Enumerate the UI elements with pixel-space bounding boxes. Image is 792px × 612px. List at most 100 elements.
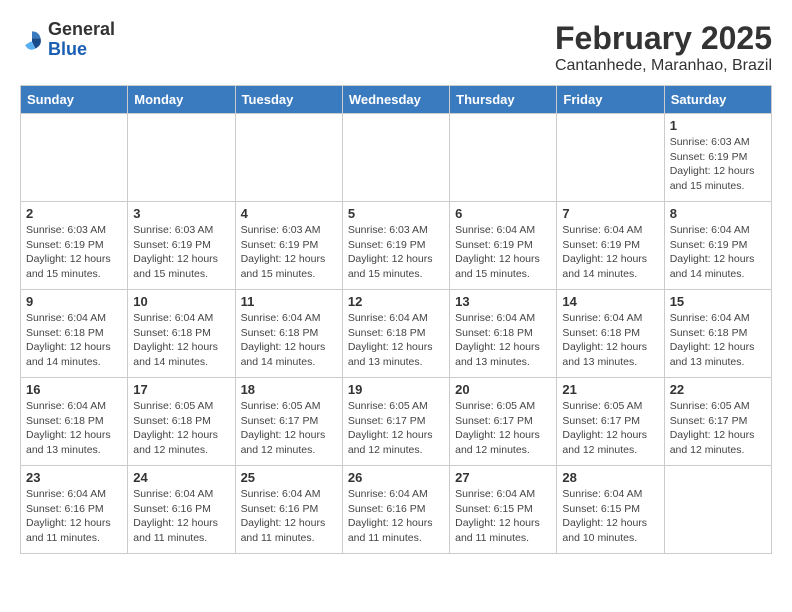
weekday-header-row: SundayMondayTuesdayWednesdayThursdayFrid…: [21, 86, 772, 114]
day-number: 20: [455, 382, 551, 397]
weekday-header-sunday: Sunday: [21, 86, 128, 114]
day-number: 15: [670, 294, 766, 309]
header: General Blue February 2025 Cantanhede, M…: [20, 20, 772, 75]
day-number: 25: [241, 470, 337, 485]
logo-icon: [20, 28, 44, 52]
day-number: 8: [670, 206, 766, 221]
day-cell: 20 Sunrise: 6:05 AM Sunset: 6:17 PM Dayli…: [450, 378, 557, 466]
calendar-table: SundayMondayTuesdayWednesdayThursdayFrid…: [20, 85, 772, 554]
day-number: 23: [26, 470, 122, 485]
day-cell: 17 Sunrise: 6:05 AM Sunset: 6:18 PM Dayli…: [128, 378, 235, 466]
day-number: 19: [348, 382, 444, 397]
day-number: 28: [562, 470, 658, 485]
day-info: Sunrise: 6:05 AM Sunset: 6:17 PM Dayligh…: [241, 399, 337, 458]
day-number: 22: [670, 382, 766, 397]
day-cell: 18 Sunrise: 6:05 AM Sunset: 6:17 PM Dayli…: [235, 378, 342, 466]
day-info: Sunrise: 6:04 AM Sunset: 6:18 PM Dayligh…: [348, 311, 444, 370]
day-info: Sunrise: 6:04 AM Sunset: 6:18 PM Dayligh…: [455, 311, 551, 370]
title-area: February 2025 Cantanhede, Maranhao, Braz…: [555, 20, 772, 75]
day-info: Sunrise: 6:04 AM Sunset: 6:16 PM Dayligh…: [241, 487, 337, 546]
day-cell: 25 Sunrise: 6:04 AM Sunset: 6:16 PM Dayli…: [235, 466, 342, 554]
day-info: Sunrise: 6:05 AM Sunset: 6:17 PM Dayligh…: [348, 399, 444, 458]
day-info: Sunrise: 6:04 AM Sunset: 6:19 PM Dayligh…: [670, 223, 766, 282]
day-cell: 21 Sunrise: 6:05 AM Sunset: 6:17 PM Dayli…: [557, 378, 664, 466]
day-cell: 12 Sunrise: 6:04 AM Sunset: 6:18 PM Dayli…: [342, 290, 449, 378]
day-info: Sunrise: 6:04 AM Sunset: 6:18 PM Dayligh…: [241, 311, 337, 370]
day-cell: [21, 114, 128, 202]
week-row-5: 23 Sunrise: 6:04 AM Sunset: 6:16 PM Dayli…: [21, 466, 772, 554]
day-info: Sunrise: 6:05 AM Sunset: 6:17 PM Dayligh…: [562, 399, 658, 458]
day-cell: 24 Sunrise: 6:04 AM Sunset: 6:16 PM Dayli…: [128, 466, 235, 554]
day-number: 6: [455, 206, 551, 221]
day-info: Sunrise: 6:03 AM Sunset: 6:19 PM Dayligh…: [348, 223, 444, 282]
weekday-header-wednesday: Wednesday: [342, 86, 449, 114]
day-cell: [450, 114, 557, 202]
day-number: 18: [241, 382, 337, 397]
day-info: Sunrise: 6:05 AM Sunset: 6:17 PM Dayligh…: [455, 399, 551, 458]
day-cell: [128, 114, 235, 202]
day-info: Sunrise: 6:04 AM Sunset: 6:18 PM Dayligh…: [562, 311, 658, 370]
day-number: 26: [348, 470, 444, 485]
day-number: 16: [26, 382, 122, 397]
logo: General Blue: [20, 20, 115, 60]
day-number: 17: [133, 382, 229, 397]
day-cell: [557, 114, 664, 202]
day-cell: 4 Sunrise: 6:03 AM Sunset: 6:19 PM Daylig…: [235, 202, 342, 290]
day-cell: 13 Sunrise: 6:04 AM Sunset: 6:18 PM Dayli…: [450, 290, 557, 378]
day-info: Sunrise: 6:05 AM Sunset: 6:17 PM Dayligh…: [670, 399, 766, 458]
day-info: Sunrise: 6:04 AM Sunset: 6:16 PM Dayligh…: [348, 487, 444, 546]
day-number: 11: [241, 294, 337, 309]
day-number: 12: [348, 294, 444, 309]
day-info: Sunrise: 6:03 AM Sunset: 6:19 PM Dayligh…: [241, 223, 337, 282]
day-cell: 23Sunrise: 6:04 AM Sunset: 6:16 PM Dayli…: [21, 466, 128, 554]
day-cell: 5Sunrise: 6:03 AM Sunset: 6:19 PM Daylig…: [342, 202, 449, 290]
day-number: 21: [562, 382, 658, 397]
day-info: Sunrise: 6:04 AM Sunset: 6:16 PM Dayligh…: [133, 487, 229, 546]
day-info: Sunrise: 6:04 AM Sunset: 6:18 PM Dayligh…: [26, 311, 122, 370]
day-cell: 11 Sunrise: 6:04 AM Sunset: 6:18 PM Dayli…: [235, 290, 342, 378]
day-info: Sunrise: 6:04 AM Sunset: 6:18 PM Dayligh…: [26, 399, 122, 458]
day-cell: 14 Sunrise: 6:04 AM Sunset: 6:18 PM Dayli…: [557, 290, 664, 378]
day-cell: 22 Sunrise: 6:05 AM Sunset: 6:17 PM Dayli…: [664, 378, 771, 466]
day-number: 27: [455, 470, 551, 485]
day-info: Sunrise: 6:05 AM Sunset: 6:18 PM Dayligh…: [133, 399, 229, 458]
day-info: Sunrise: 6:03 AM Sunset: 6:19 PM Dayligh…: [26, 223, 122, 282]
day-number: 24: [133, 470, 229, 485]
day-cell: 27 Sunrise: 6:04 AM Sunset: 6:15 PM Dayli…: [450, 466, 557, 554]
day-info: Sunrise: 6:04 AM Sunset: 6:18 PM Dayligh…: [670, 311, 766, 370]
day-number: 3: [133, 206, 229, 221]
weekday-header-thursday: Thursday: [450, 86, 557, 114]
day-cell: 9 Sunrise: 6:04 AM Sunset: 6:18 PM Daylig…: [21, 290, 128, 378]
weekday-header-monday: Monday: [128, 86, 235, 114]
day-number: 1: [670, 118, 766, 133]
day-info: Sunrise: 6:04 AM Sunset: 6:15 PM Dayligh…: [562, 487, 658, 546]
day-cell: [664, 466, 771, 554]
day-number: 13: [455, 294, 551, 309]
weekday-header-saturday: Saturday: [664, 86, 771, 114]
day-cell: [342, 114, 449, 202]
day-info: Sunrise: 6:04 AM Sunset: 6:19 PM Dayligh…: [562, 223, 658, 282]
day-cell: 10Sunrise: 6:04 AM Sunset: 6:18 PM Dayli…: [128, 290, 235, 378]
day-cell: 2 Sunrise: 6:03 AM Sunset: 6:19 PM Daylig…: [21, 202, 128, 290]
day-cell: 19 Sunrise: 6:05 AM Sunset: 6:17 PM Dayli…: [342, 378, 449, 466]
weekday-header-tuesday: Tuesday: [235, 86, 342, 114]
day-cell: 28 Sunrise: 6:04 AM Sunset: 6:15 PM Dayli…: [557, 466, 664, 554]
day-number: 7: [562, 206, 658, 221]
day-info: Sunrise: 6:03 AM Sunset: 6:19 PM Dayligh…: [670, 135, 766, 194]
day-info: Sunrise: 6:04 AM Sunset: 6:15 PM Dayligh…: [455, 487, 551, 546]
day-cell: 26 Sunrise: 6:04 AM Sunset: 6:16 PM Dayli…: [342, 466, 449, 554]
week-row-3: 9 Sunrise: 6:04 AM Sunset: 6:18 PM Daylig…: [21, 290, 772, 378]
week-row-2: 2 Sunrise: 6:03 AM Sunset: 6:19 PM Daylig…: [21, 202, 772, 290]
day-number: 9: [26, 294, 122, 309]
day-cell: 3Sunrise: 6:03 AM Sunset: 6:19 PM Daylig…: [128, 202, 235, 290]
day-cell: 1 Sunrise: 6:03 AM Sunset: 6:19 PM Daylig…: [664, 114, 771, 202]
day-info: Sunrise: 6:04 AM Sunset: 6:18 PM Dayligh…: [133, 311, 229, 370]
calendar-title: February 2025: [555, 20, 772, 57]
week-row-1: 1 Sunrise: 6:03 AM Sunset: 6:19 PM Daylig…: [21, 114, 772, 202]
day-cell: [235, 114, 342, 202]
day-cell: 8 Sunrise: 6:04 AM Sunset: 6:19 PM Daylig…: [664, 202, 771, 290]
day-number: 2: [26, 206, 122, 221]
day-number: 14: [562, 294, 658, 309]
day-info: Sunrise: 6:04 AM Sunset: 6:19 PM Dayligh…: [455, 223, 551, 282]
day-number: 4: [241, 206, 337, 221]
